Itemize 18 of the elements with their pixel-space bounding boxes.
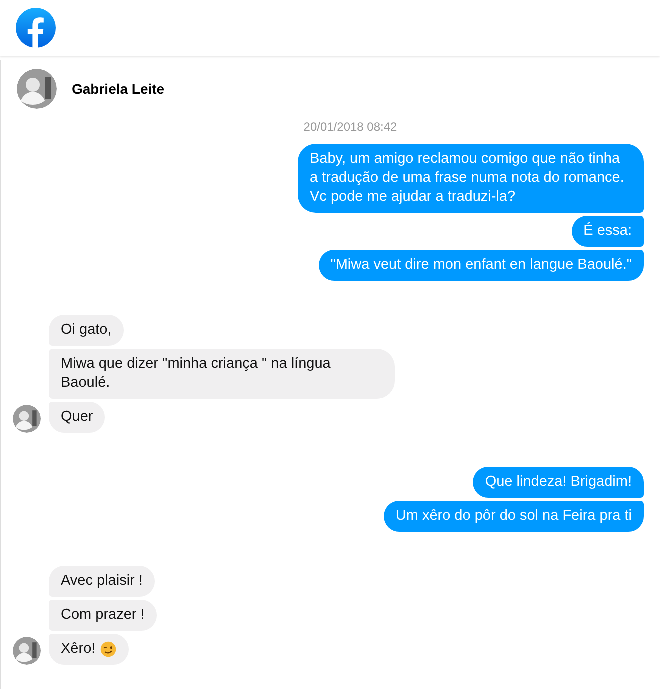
avatar: [17, 69, 57, 109]
message-bubble: Quer: [49, 402, 106, 433]
message-bubble: Oi gato,: [49, 315, 124, 346]
message-bubble: Que lindeza! Brigadim!: [473, 467, 644, 498]
facebook-logo[interactable]: [16, 8, 56, 48]
avatar: [13, 637, 41, 665]
avatar: [13, 405, 41, 433]
winking-face-icon: [100, 641, 117, 658]
contact-name: Gabriela Leite: [72, 81, 165, 97]
timestamp: 20/01/2018 08:42: [302, 120, 398, 134]
message-bubble: Baby, um amigo reclamou comigo que não tinha a tradução de uma frase numa nota do romance. Vc pode me ajudar a traduzi-la?: [298, 144, 644, 213]
message-bubble: Miwa que dizer "minha criança " na língua Baoulé.: [49, 349, 395, 399]
message-bubble: Um xêro do pôr do sol na Feira pra ti: [384, 501, 644, 532]
message-bubble: Com prazer !: [49, 600, 157, 631]
message-bubble: Xêro!: [49, 634, 129, 665]
message-bubble: Avec plaisir !: [49, 566, 155, 597]
message-bubble: "Miwa veut dire mon enfant en langue Baoulé.": [318, 250, 644, 281]
message-bubble: É essa:: [572, 216, 644, 247]
